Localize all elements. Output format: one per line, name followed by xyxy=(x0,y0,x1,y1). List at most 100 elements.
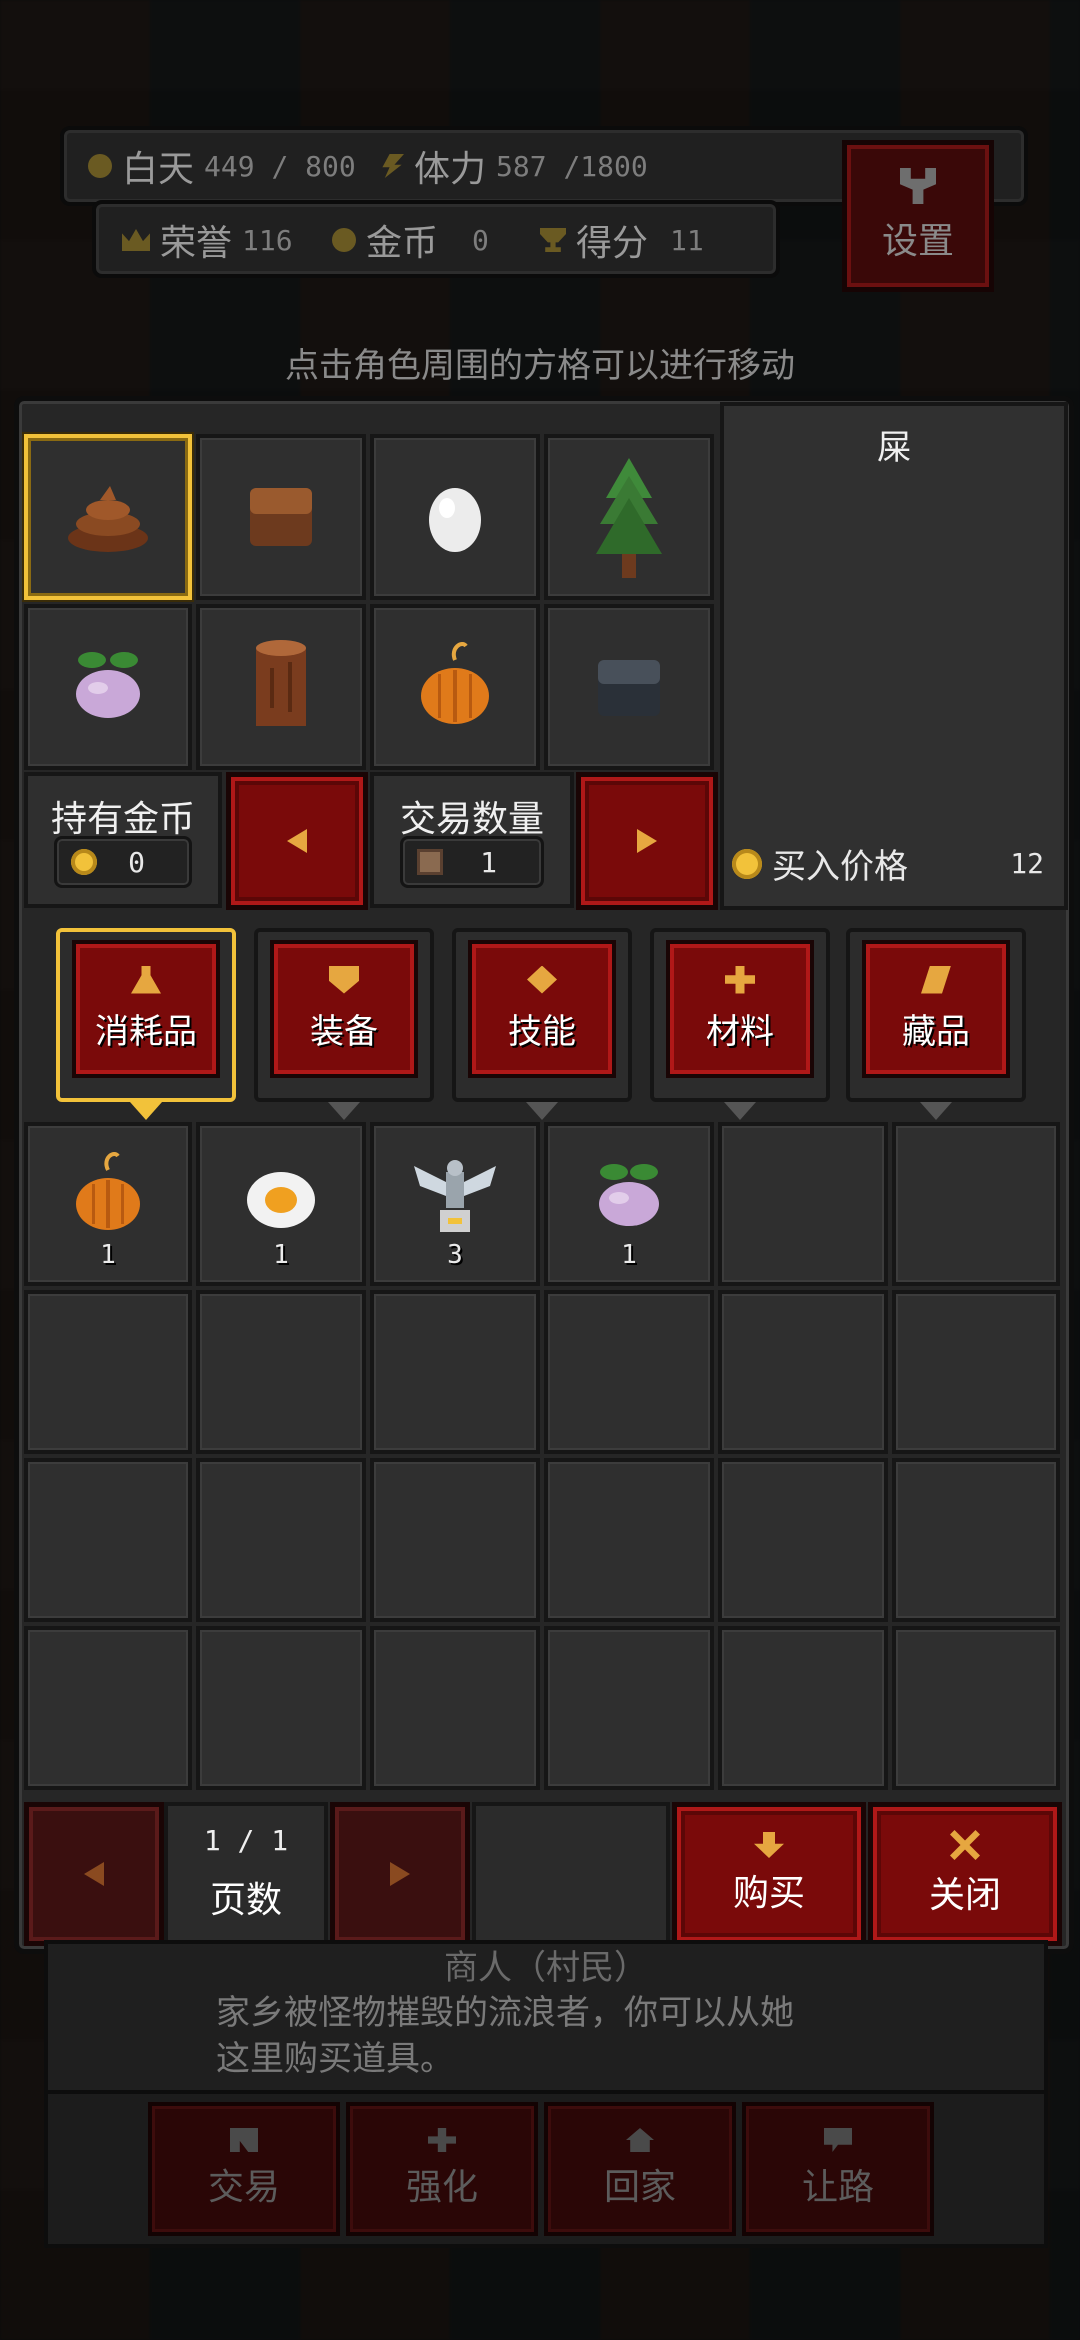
buy-price-value: 12 xyxy=(1010,847,1044,880)
settings-button[interactable]: 设置 xyxy=(842,140,994,292)
held-gold-label: 持有金币 xyxy=(50,799,195,840)
shop-slot-egg[interactable] xyxy=(370,434,540,600)
score-value: 11 xyxy=(670,223,704,257)
tab-label: 消耗品 xyxy=(95,1011,197,1052)
inventory-slot-empty[interactable] xyxy=(196,1290,366,1454)
npc-description: 家乡被怪物摧毁的流浪者，你可以从她 这里购买道具。 xyxy=(216,1990,924,2082)
inventory-slot-empty[interactable] xyxy=(718,1626,888,1790)
tab-pointer xyxy=(130,1102,162,1120)
trade-qty-field[interactable]: 1 xyxy=(400,836,544,888)
shop-slot-brick[interactable] xyxy=(196,434,366,600)
honor-stat: 荣誉 116 xyxy=(122,214,293,266)
tab-materials[interactable]: 材料 xyxy=(650,928,830,1120)
inventory-slot-empty[interactable] xyxy=(718,1458,888,1622)
shop-slot-log[interactable] xyxy=(196,604,366,770)
arrow-left-icon xyxy=(84,1862,104,1886)
buy-button[interactable]: 购买 xyxy=(672,1802,866,1946)
down-arrow-icon xyxy=(754,1832,784,1858)
gold-value: 0 xyxy=(472,223,489,257)
shop-slot-turnip[interactable] xyxy=(24,604,192,770)
inventory-slot[interactable]: 1 xyxy=(196,1122,366,1286)
npc-name: 商人（村民） xyxy=(444,1948,648,1988)
day-value: 449 / 800 xyxy=(204,149,356,183)
inventory-slot-empty[interactable] xyxy=(892,1458,1060,1622)
qty-decrease-button[interactable] xyxy=(226,772,368,910)
pumpkin-icon xyxy=(421,642,489,724)
home-icon xyxy=(626,2128,654,2152)
held-gold-field: 0 xyxy=(54,836,192,888)
inventory-slot-empty[interactable] xyxy=(892,1290,1060,1454)
inventory-slot-empty[interactable] xyxy=(544,1626,714,1790)
sun-icon xyxy=(88,154,112,178)
honor-value: 116 xyxy=(242,223,293,257)
coin-icon xyxy=(71,849,97,875)
arrow-right-icon xyxy=(637,829,657,853)
trade-qty-value: 1 xyxy=(480,845,497,879)
tab-collectibles[interactable]: 藏品 xyxy=(846,928,1026,1120)
inventory-slot-empty[interactable] xyxy=(24,1458,192,1622)
trade-qty-label: 交易数量 xyxy=(399,799,544,840)
tab-equipment[interactable]: 装备 xyxy=(254,928,434,1120)
inventory-slot-empty[interactable] xyxy=(370,1458,540,1622)
inventory-slot[interactable]: 1 xyxy=(24,1122,192,1286)
turnip-icon xyxy=(76,652,140,718)
score-label: 得分 xyxy=(576,223,649,264)
page-prev-button[interactable] xyxy=(24,1802,164,1946)
shop-slot-tree[interactable] xyxy=(544,434,714,600)
tab-pointer xyxy=(526,1102,558,1120)
held-gold-value: 0 xyxy=(128,845,145,879)
inventory-slot-empty[interactable] xyxy=(370,1626,540,1790)
egg-icon xyxy=(429,488,481,552)
inventory-slot-empty[interactable] xyxy=(544,1290,714,1454)
enhance-button[interactable]: 强化 xyxy=(346,2102,538,2236)
trade-button[interactable]: 交易 xyxy=(148,2102,340,2236)
inventory-slot[interactable]: 3 xyxy=(370,1122,540,1286)
item-name: 屎 xyxy=(877,428,911,468)
tab-pointer xyxy=(724,1102,756,1120)
inventory-slot-empty[interactable] xyxy=(892,1122,1060,1286)
tab-label: 材料 xyxy=(706,1011,774,1052)
inventory-slot-empty[interactable] xyxy=(196,1626,366,1790)
inventory-slot-empty[interactable] xyxy=(24,1290,192,1454)
arrow-left-icon xyxy=(287,829,307,853)
give-way-button[interactable]: 让路 xyxy=(742,2102,934,2236)
shop-slot-stone[interactable] xyxy=(544,604,714,770)
log-icon xyxy=(256,640,306,726)
inventory-slot-empty[interactable] xyxy=(718,1290,888,1454)
shop-slot-poop[interactable] xyxy=(24,434,192,600)
item-count: 3 xyxy=(447,1240,463,1270)
inventory-slot-empty[interactable] xyxy=(544,1458,714,1622)
coin-icon xyxy=(332,228,356,252)
inventory-slot[interactable]: 1 xyxy=(544,1122,714,1286)
pine-tree-icon xyxy=(596,458,662,578)
tab-pointer xyxy=(328,1102,360,1120)
tab-skills[interactable]: 技能 xyxy=(452,928,632,1120)
inventory-slot-empty[interactable] xyxy=(24,1626,192,1790)
trade-icon xyxy=(230,2128,258,2152)
npc-desc-line: 这里购买道具。 xyxy=(216,2039,454,2079)
trade-qty-box: 交易数量 1 xyxy=(370,772,574,908)
page-label: 页数 xyxy=(209,1880,282,1921)
stone-block-icon xyxy=(598,660,660,716)
inventory-slot-empty[interactable] xyxy=(196,1458,366,1622)
page-next-button[interactable] xyxy=(330,1802,470,1946)
inventory-slot-empty[interactable] xyxy=(718,1122,888,1286)
inventory-slot-empty[interactable] xyxy=(370,1290,540,1454)
trade-label: 交易 xyxy=(207,2167,280,2208)
crate-icon xyxy=(417,849,443,875)
close-button[interactable]: 关闭 xyxy=(868,1802,1062,1946)
arrow-right-icon xyxy=(390,1862,410,1886)
buy-label: 购买 xyxy=(732,1873,805,1914)
shop-slot-pumpkin[interactable] xyxy=(370,604,540,770)
tab-consumables[interactable]: 消耗品 xyxy=(56,928,236,1120)
honor-label: 荣誉 xyxy=(160,223,233,264)
inventory-slot-empty[interactable] xyxy=(892,1626,1060,1790)
enhance-label: 强化 xyxy=(405,2167,478,2208)
qty-increase-button[interactable] xyxy=(576,772,718,910)
crown-icon xyxy=(122,229,150,251)
scroll-icon xyxy=(921,965,951,994)
held-gold-box: 持有金币 0 xyxy=(24,772,222,908)
gold-label: 金币 xyxy=(366,223,439,264)
home-button[interactable]: 回家 xyxy=(544,2102,736,2236)
plus-icon xyxy=(428,2128,456,2152)
